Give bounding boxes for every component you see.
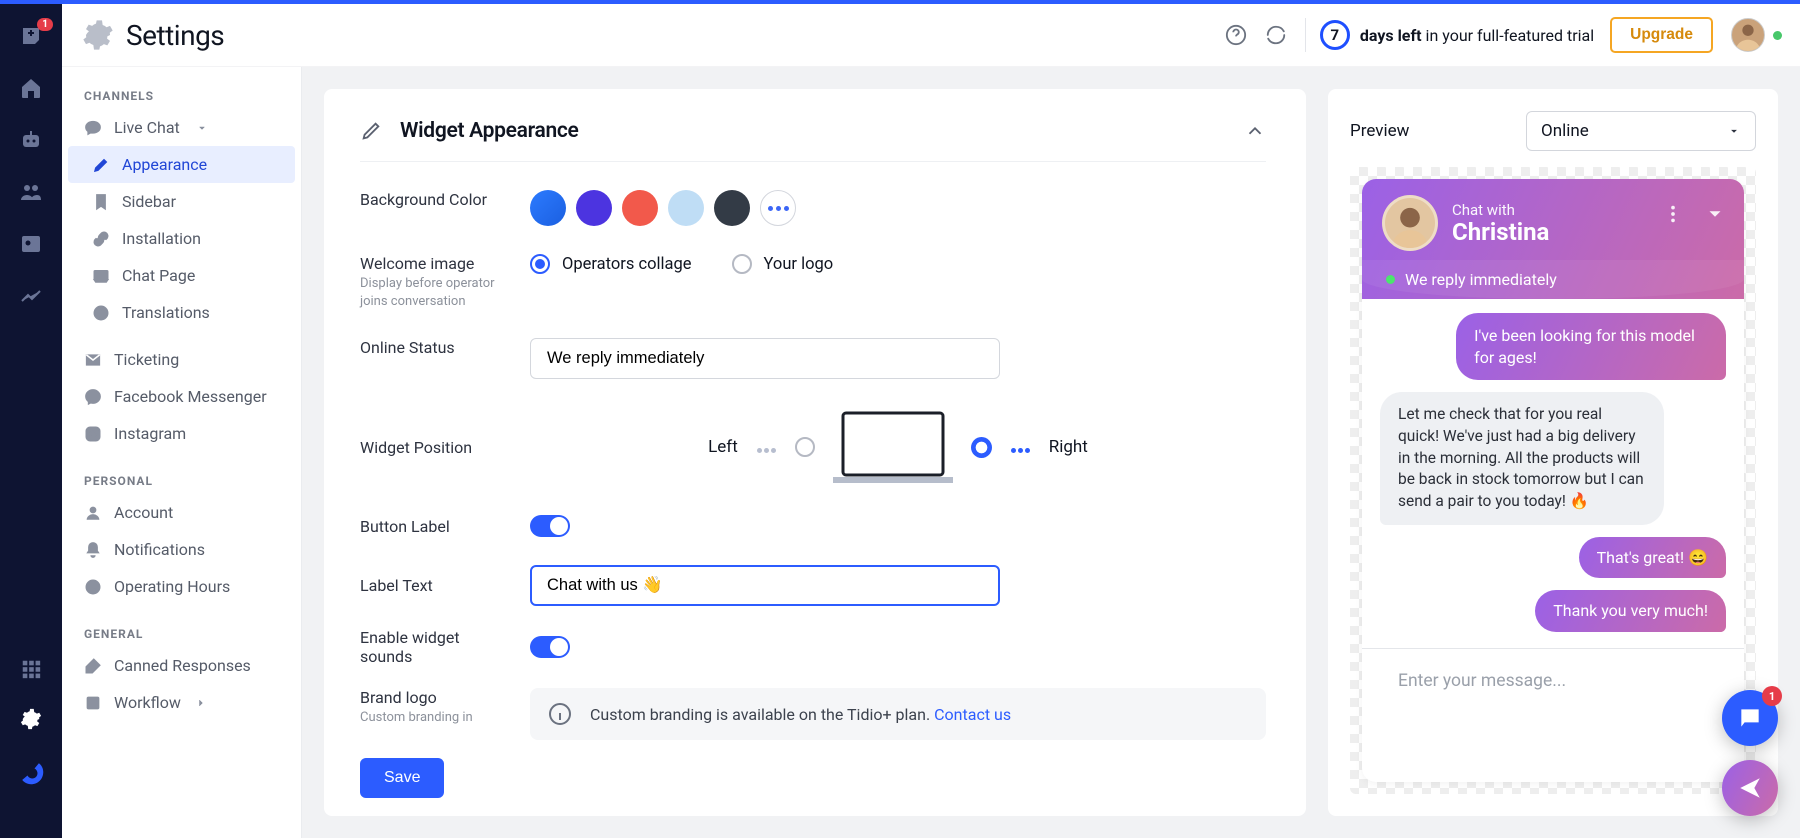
preview-chat-input[interactable]: Enter your message...: [1380, 661, 1726, 691]
swatch-4[interactable]: [668, 190, 704, 226]
sounds-label: Enable widget sounds: [360, 628, 530, 666]
collapse-icon[interactable]: [1244, 120, 1266, 142]
header-gear-icon: [82, 19, 114, 51]
swatch-1[interactable]: [530, 190, 566, 226]
info-icon: [548, 702, 572, 726]
apps-icon[interactable]: [20, 658, 42, 680]
id-icon[interactable]: [19, 232, 43, 256]
page-title: Settings: [126, 19, 224, 52]
settings-sidebar: CHANNELS Live Chat Appearance Sidebar In…: [62, 67, 302, 838]
nav-account[interactable]: Account: [62, 494, 301, 531]
msg-visitor-2: That's great! 😄: [1579, 537, 1726, 579]
msg-operator-1: Let me check that for you real quick! We…: [1380, 392, 1664, 524]
panel-title: Widget Appearance: [400, 119, 579, 143]
pos-right-radio[interactable]: [971, 437, 992, 458]
nav-chat-page[interactable]: Chat Page: [62, 257, 301, 294]
radio-your-logo[interactable]: Your logo: [732, 254, 834, 274]
fab-send[interactable]: [1722, 760, 1778, 816]
presence-dot: [1773, 31, 1782, 40]
brand-sub: Custom branding in: [360, 709, 512, 727]
swatch-3[interactable]: [622, 190, 658, 226]
widget-appearance-panel: Widget Appearance Background Color: [324, 89, 1306, 816]
section-general: GENERAL: [62, 605, 301, 647]
minimize-icon[interactable]: [1704, 203, 1726, 225]
save-button[interactable]: Save: [360, 758, 444, 798]
welcome-label: Welcome image: [360, 254, 512, 273]
preview-avatar: [1382, 195, 1438, 251]
section-personal: PERSONAL: [62, 452, 301, 494]
trial-rest: in your full-featured trial: [1422, 26, 1595, 45]
inbox-badge: 1: [37, 18, 53, 31]
home-icon[interactable]: [19, 76, 43, 100]
status-label: Online Status: [360, 338, 530, 357]
pos-left-label: Left: [708, 437, 738, 457]
analytics-icon[interactable]: [19, 284, 43, 308]
preview-status-text: We reply immediately: [1405, 270, 1557, 289]
swatch-more[interactable]: [760, 190, 796, 226]
refresh-icon[interactable]: [1265, 24, 1287, 46]
contacts-icon[interactable]: [19, 180, 43, 204]
brand-label: Brand logo: [360, 688, 512, 707]
trial-days-count: 7: [1320, 20, 1350, 50]
nav-translations[interactable]: Translations: [62, 294, 301, 331]
nav-ticketing[interactable]: Ticketing: [62, 341, 301, 378]
fab-chat[interactable]: 1: [1722, 690, 1778, 746]
trial-bold: days left: [1360, 26, 1422, 45]
brush-icon: [360, 120, 382, 142]
swatch-2[interactable]: [576, 190, 612, 226]
nav-live-chat[interactable]: Live Chat: [62, 109, 301, 146]
more-vertical-icon[interactable]: [1662, 203, 1684, 225]
help-icon[interactable]: [1225, 24, 1247, 46]
color-swatches: [530, 190, 796, 226]
chat-with-label: Chat with: [1452, 201, 1549, 219]
logo-icon: [17, 758, 45, 786]
msg-visitor-3: Thank you very much!: [1535, 590, 1726, 632]
nav-sidebar[interactable]: Sidebar: [62, 183, 301, 220]
swatch-5[interactable]: [714, 190, 750, 226]
msg-visitor-1: I've been looking for this model for age…: [1456, 313, 1726, 380]
nav-workflow[interactable]: Workflow: [62, 684, 301, 721]
position-label: Widget Position: [360, 438, 530, 457]
chat-widget-preview: Chat with Christina We reply immediately: [1362, 179, 1744, 782]
trial-banner: 7 days left in your full-featured trial: [1320, 20, 1594, 50]
radio-operators[interactable]: Operators collage: [530, 254, 692, 274]
preview-title: Preview: [1350, 121, 1409, 141]
preview-panel: Preview Online Chat with Christina: [1328, 89, 1778, 816]
inbox-icon[interactable]: 1: [19, 24, 43, 48]
preview-status-select[interactable]: Online: [1526, 111, 1756, 151]
nav-messenger[interactable]: Facebook Messenger: [62, 378, 301, 415]
top-header: Settings 7 days left in your full-featur…: [62, 4, 1800, 67]
app-rail: 1: [0, 4, 62, 838]
main-area: Widget Appearance Background Color: [302, 67, 1800, 838]
nav-instagram[interactable]: Instagram: [62, 415, 301, 452]
online-status-input[interactable]: [530, 338, 1000, 379]
section-channels: CHANNELS: [62, 67, 301, 109]
label-text-label: Label Text: [360, 576, 530, 595]
contact-us-link[interactable]: Contact us: [934, 705, 1011, 724]
nav-canned[interactable]: Canned Responses: [62, 647, 301, 684]
brand-callout: Custom branding is available on the Tidi…: [530, 688, 1266, 740]
settings-icon[interactable]: [20, 708, 42, 730]
nav-installation[interactable]: Installation: [62, 220, 301, 257]
pos-left-radio[interactable]: [795, 437, 815, 457]
upgrade-button[interactable]: Upgrade: [1610, 17, 1713, 53]
laptop-icon: [833, 407, 953, 487]
bg-color-label: Background Color: [360, 190, 530, 209]
chat-name: Christina: [1452, 219, 1549, 245]
nav-appearance[interactable]: Appearance: [68, 146, 295, 183]
label-text-input[interactable]: [530, 565, 1000, 606]
sounds-toggle[interactable]: [530, 636, 570, 658]
chevron-down-icon: [1727, 124, 1741, 138]
bot-icon[interactable]: [19, 128, 43, 152]
nav-hours[interactable]: Operating Hours: [62, 568, 301, 605]
button-label-toggle[interactable]: [530, 515, 570, 537]
user-avatar[interactable]: [1731, 18, 1765, 52]
fab-chat-badge: 1: [1762, 686, 1782, 706]
online-dot: [1386, 275, 1395, 284]
nav-notifications[interactable]: Notifications: [62, 531, 301, 568]
pos-right-label: Right: [1049, 437, 1088, 457]
button-label-label: Button Label: [360, 517, 530, 536]
welcome-sub: Display before operator joins conversati…: [360, 275, 512, 310]
